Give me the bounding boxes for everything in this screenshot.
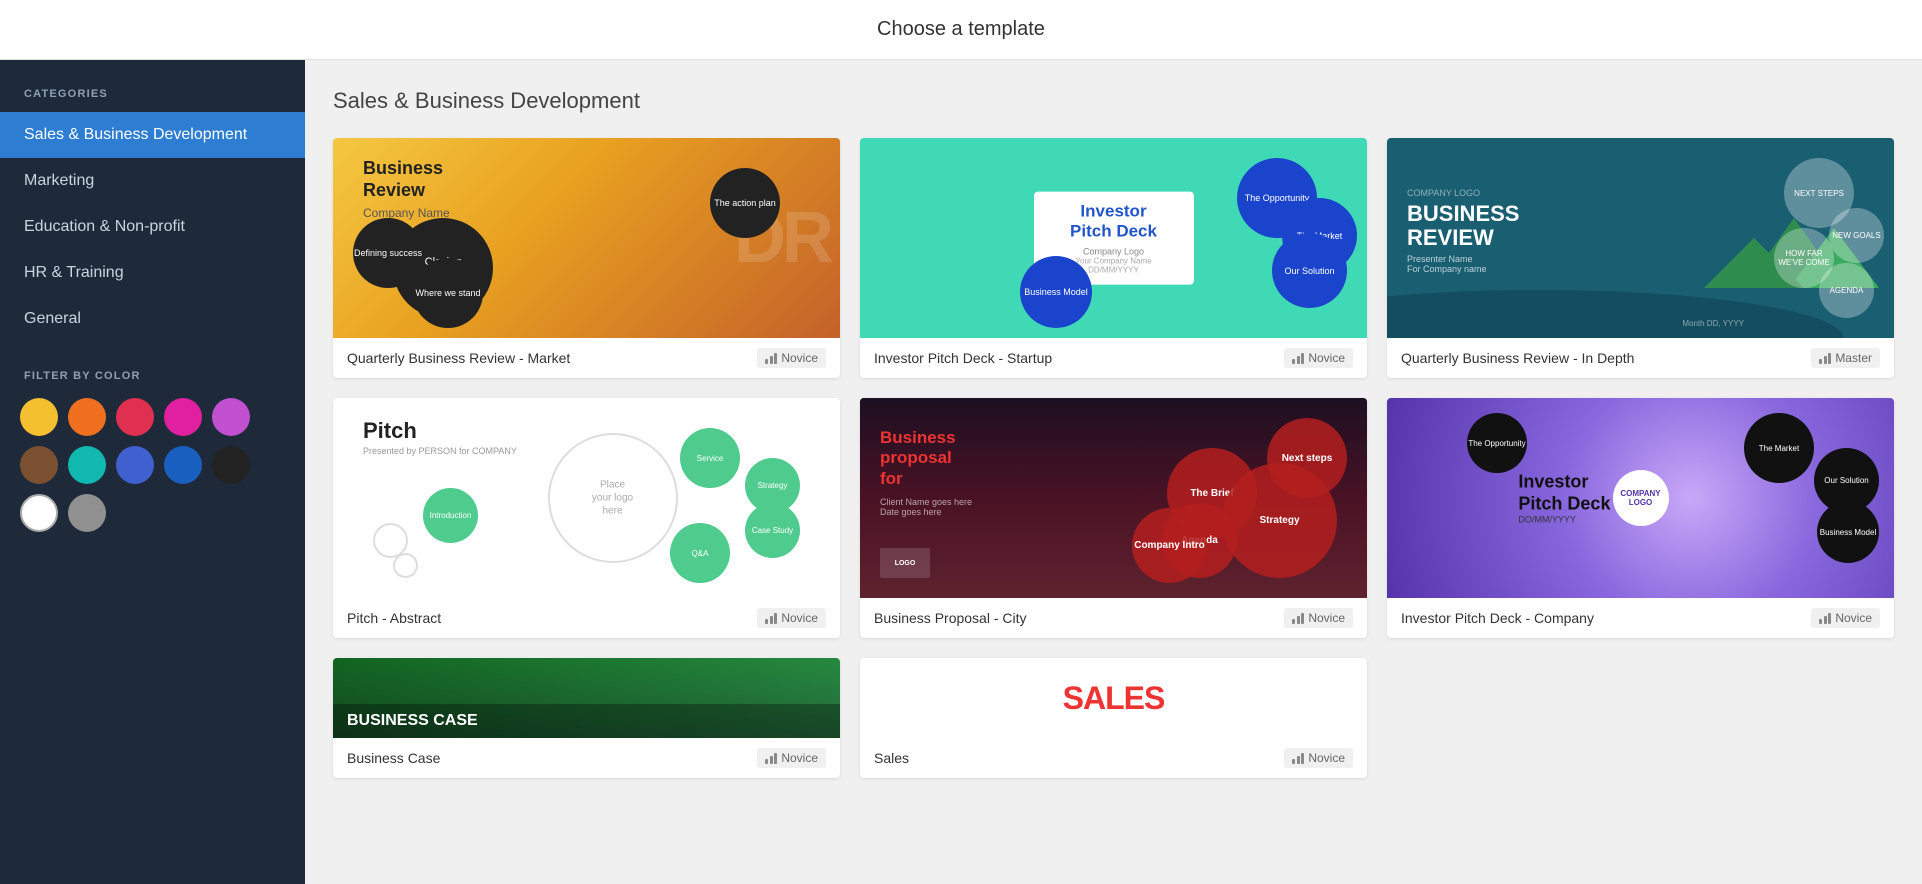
color-white[interactable] bbox=[20, 494, 58, 532]
color-blue-dark[interactable] bbox=[164, 446, 202, 484]
level-icon-8 bbox=[1292, 752, 1304, 764]
color-orange[interactable] bbox=[68, 398, 106, 436]
filter-label: FILTER BY COLOR bbox=[0, 342, 305, 398]
template-card-sales[interactable]: SALES Sales Novice bbox=[860, 658, 1367, 778]
template-info-investor-company: Investor Pitch Deck - Company Novice bbox=[1387, 598, 1894, 638]
template-level-investor-startup: Novice bbox=[1284, 348, 1353, 368]
template-level-biz-proposal: Novice bbox=[1284, 608, 1353, 628]
template-grid: DR BusinessReview Company Name Closingth… bbox=[333, 138, 1894, 778]
level-icon-3 bbox=[1819, 352, 1831, 364]
color-row-1 bbox=[20, 398, 285, 436]
template-name-sales: Sales bbox=[874, 749, 909, 768]
template-card-biz-case[interactable]: BUSINESS CASE Business Case Novice bbox=[333, 658, 840, 778]
template-card-qbr-market[interactable]: DR BusinessReview Company Name Closingth… bbox=[333, 138, 840, 378]
thumbnail-investor-company: InvestorPitch Deck DO/MM/YYYY COMPANY LO… bbox=[1387, 398, 1894, 598]
color-teal[interactable] bbox=[68, 446, 106, 484]
template-card-qbr-depth[interactable]: COMPANY LOGO BUSINESSREVIEW Presenter Na… bbox=[1387, 138, 1894, 378]
thumbnail-qbr-market: DR BusinessReview Company Name Closingth… bbox=[333, 138, 840, 338]
thumbnail-sales: SALES bbox=[860, 658, 1367, 738]
color-yellow[interactable] bbox=[20, 398, 58, 436]
template-content: Sales & Business Development DR Business… bbox=[305, 60, 1922, 884]
template-info-biz-proposal: Business Proposal - City Novice bbox=[860, 598, 1367, 638]
template-name-investor-startup: Investor Pitch Deck - Startup bbox=[874, 349, 1052, 368]
page-header: Choose a template bbox=[0, 0, 1922, 60]
template-info-pitch-abstract: Pitch - Abstract Novice bbox=[333, 598, 840, 638]
template-level-biz-case: Novice bbox=[757, 748, 826, 768]
color-red[interactable] bbox=[116, 398, 154, 436]
level-icon-7 bbox=[765, 752, 777, 764]
template-card-pitch-abstract[interactable]: Pitch Presented by PERSON for COMPANY Pl… bbox=[333, 398, 840, 638]
color-black[interactable] bbox=[212, 446, 250, 484]
sidebar-item-hr[interactable]: HR & Training bbox=[0, 250, 305, 296]
template-level-qbr-depth: Master bbox=[1811, 348, 1880, 368]
thumbnail-biz-case: BUSINESS CASE bbox=[333, 658, 840, 738]
template-card-biz-proposal[interactable]: Businessproposalfor Client Name goes her… bbox=[860, 398, 1367, 638]
template-info-qbr-depth: Quarterly Business Review - In Depth Mas… bbox=[1387, 338, 1894, 378]
template-name-qbr-market: Quarterly Business Review - Market bbox=[347, 349, 570, 368]
color-pink[interactable] bbox=[164, 398, 202, 436]
template-card-investor-company[interactable]: InvestorPitch Deck DO/MM/YYYY COMPANY LO… bbox=[1387, 398, 1894, 638]
sidebar: CATEGORIES Sales & Business Development … bbox=[0, 60, 305, 884]
header-title: Choose a template bbox=[877, 18, 1045, 40]
level-icon-6 bbox=[1819, 612, 1831, 624]
sidebar-item-education[interactable]: Education & Non-profit bbox=[0, 204, 305, 250]
template-level-qbr-market: Novice bbox=[757, 348, 826, 368]
thumbnail-biz-proposal: Businessproposalfor Client Name goes her… bbox=[860, 398, 1367, 598]
level-icon-2 bbox=[1292, 352, 1304, 364]
sidebar-item-general[interactable]: General bbox=[0, 296, 305, 342]
color-brown[interactable] bbox=[20, 446, 58, 484]
template-info-investor-startup: Investor Pitch Deck - Startup Novice bbox=[860, 338, 1367, 378]
template-name-biz-case: Business Case bbox=[347, 749, 440, 768]
categories-label: CATEGORIES bbox=[0, 60, 305, 112]
template-name-qbr-depth: Quarterly Business Review - In Depth bbox=[1401, 349, 1634, 368]
thumbnail-pitch-abstract: Pitch Presented by PERSON for COMPANY Pl… bbox=[333, 398, 840, 598]
template-name-biz-proposal: Business Proposal - City bbox=[874, 609, 1027, 628]
template-info-sales: Sales Novice bbox=[860, 738, 1367, 778]
sidebar-item-marketing[interactable]: Marketing bbox=[0, 158, 305, 204]
template-level-sales: Novice bbox=[1284, 748, 1353, 768]
color-row-3 bbox=[20, 494, 285, 532]
color-purple[interactable] bbox=[212, 398, 250, 436]
color-filter bbox=[0, 398, 305, 556]
template-level-investor-company: Novice bbox=[1811, 608, 1880, 628]
template-card-investor-startup[interactable]: InvestorPitch Deck Company Logo Your Com… bbox=[860, 138, 1367, 378]
level-icon bbox=[765, 352, 777, 364]
sidebar-item-sales[interactable]: Sales & Business Development bbox=[0, 112, 305, 158]
template-info-biz-case: Business Case Novice bbox=[333, 738, 840, 778]
thumbnail-qbr-depth: COMPANY LOGO BUSINESSREVIEW Presenter Na… bbox=[1387, 138, 1894, 338]
section-title: Sales & Business Development bbox=[333, 88, 1894, 114]
level-icon-4 bbox=[765, 612, 777, 624]
color-blue-light[interactable] bbox=[116, 446, 154, 484]
template-name-pitch-abstract: Pitch - Abstract bbox=[347, 609, 441, 628]
level-icon-5 bbox=[1292, 612, 1304, 624]
template-name-investor-company: Investor Pitch Deck - Company bbox=[1401, 609, 1594, 628]
thumbnail-investor-startup: InvestorPitch Deck Company Logo Your Com… bbox=[860, 138, 1367, 338]
template-info-qbr-market: Quarterly Business Review - Market Novic… bbox=[333, 338, 840, 378]
main-layout: CATEGORIES Sales & Business Development … bbox=[0, 60, 1922, 884]
color-gray[interactable] bbox=[68, 494, 106, 532]
template-level-pitch-abstract: Novice bbox=[757, 608, 826, 628]
color-row-2 bbox=[20, 446, 285, 484]
